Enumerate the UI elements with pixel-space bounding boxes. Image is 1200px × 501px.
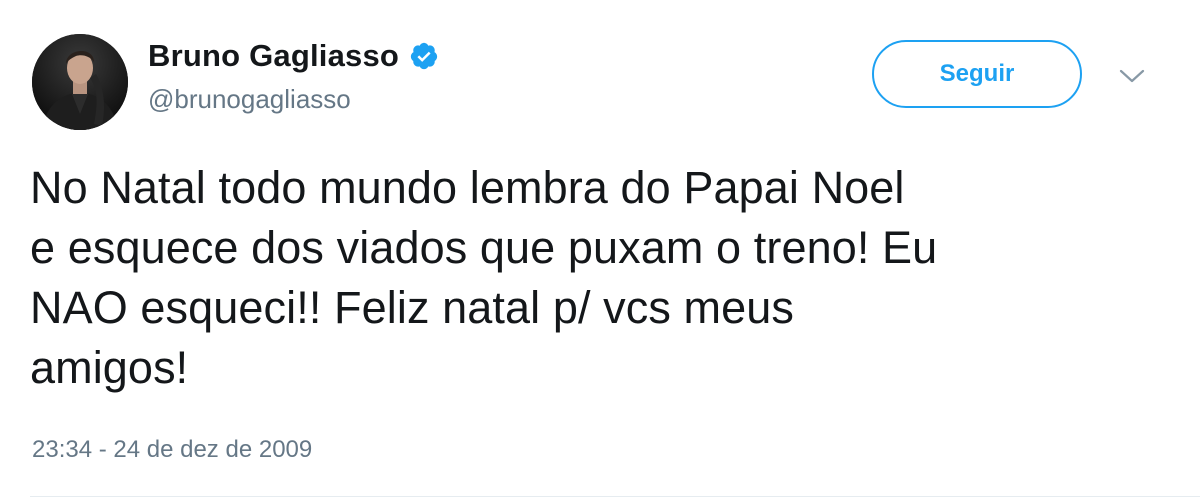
author-name-row: Bruno Gagliasso: [148, 36, 439, 76]
author-handle[interactable]: @brunogagliasso: [148, 84, 351, 115]
tweet-card: Bruno Gagliasso @brunogagliasso Seguir N…: [0, 0, 1200, 501]
divider: [30, 496, 1200, 497]
chevron-down-icon[interactable]: [1118, 66, 1146, 86]
tweet-text-line: e esquece dos viados que puxam o treno! …: [30, 222, 938, 273]
verified-badge-icon: [409, 41, 439, 71]
avatar[interactable]: [32, 34, 128, 130]
tweet-timestamp[interactable]: 23:34 - 24 de dez de 2009: [32, 436, 312, 464]
author-display-name[interactable]: Bruno Gagliasso: [148, 38, 399, 74]
avatar-photo: [32, 34, 128, 130]
tweet-text: No Natal todo mundo lembra do Papai Noel…: [30, 158, 1180, 398]
tweet-text-line: amigos!: [30, 342, 189, 393]
follow-button[interactable]: Seguir: [872, 40, 1082, 108]
tweet-text-line: NAO esqueci!! Feliz natal p/ vcs meus: [30, 282, 794, 333]
tweet-text-line: No Natal todo mundo lembra do Papai Noel: [30, 162, 905, 213]
